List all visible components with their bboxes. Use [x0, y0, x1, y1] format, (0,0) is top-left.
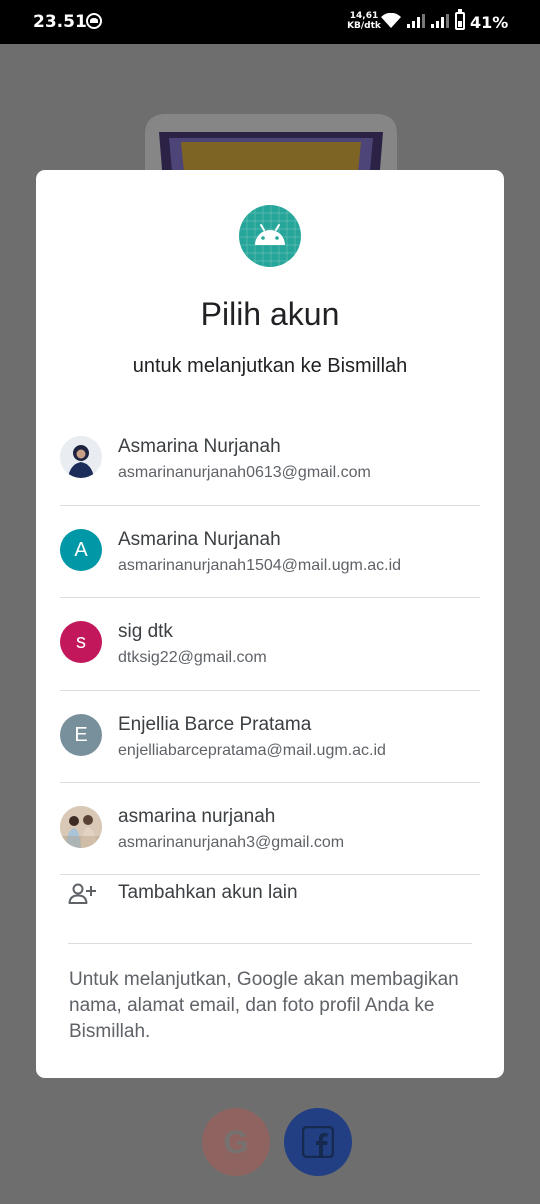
divider	[60, 690, 480, 691]
avatar-letter: E	[74, 723, 88, 746]
divider	[60, 505, 480, 506]
account-name: Asmarina Nurjanah	[118, 529, 281, 550]
account-chooser-dialog: Pilih akun untuk melanjutkan ke Bismilla…	[36, 170, 504, 1078]
account-email: dtksig22@gmail.com	[118, 649, 267, 666]
account-item[interactable]: s sig dtk dtksig22@gmail.com	[60, 621, 480, 713]
profile-photo	[60, 806, 102, 848]
avatar	[60, 436, 102, 478]
account-name: Enjellia Barce Pratama	[118, 714, 312, 735]
network-speed: 14,61 KB/dtk	[347, 11, 381, 31]
account-email: enjelliabarcepratama@mail.ugm.ac.id	[118, 742, 386, 759]
network-speed-unit: KB/dtk	[347, 21, 381, 31]
status-time: 23.51	[33, 12, 87, 32]
dialog-subtitle: untuk melanjutkan ke Bismillah	[132, 355, 408, 377]
signal-icon	[431, 14, 449, 28]
account-name: sig dtk	[118, 621, 173, 642]
avatar-letter: s	[76, 630, 86, 653]
android-icon	[239, 205, 301, 267]
consent-footer-text: Untuk melanjutkan, Google akan membagika…	[69, 969, 459, 1042]
battery-icon	[455, 9, 465, 30]
google-letter: G	[223, 1123, 249, 1160]
avatar	[60, 806, 102, 848]
wifi-icon	[381, 13, 401, 28]
account-item[interactable]: A Asmarina Nurjanah asmarinanurjanah1504…	[60, 529, 480, 621]
add-account-button[interactable]: Tambahkan akun lain	[60, 882, 480, 934]
account-item[interactable]: Asmarina Nurjanah asmarinanurjanah0613@g…	[60, 436, 480, 528]
divider	[60, 597, 480, 598]
account-email: asmarinanurjanah1504@mail.ugm.ac.id	[118, 557, 402, 574]
account-email: asmarinanurjanah3@gmail.com	[118, 834, 345, 851]
account-item[interactable]: E Enjellia Barce Pratama enjelliabarcepr…	[60, 714, 480, 806]
add-person-icon	[68, 883, 96, 904]
avatar: A	[60, 529, 102, 571]
notification-icon	[86, 13, 102, 29]
battery-percentage: 41%	[470, 13, 509, 32]
profile-photo	[60, 436, 102, 478]
status-bar: 23.51 14,61 KB/dtk 41%	[0, 0, 540, 44]
divider	[60, 874, 480, 875]
avatar: E	[60, 714, 102, 756]
signal-icon	[407, 14, 425, 28]
add-account-label: Tambahkan akun lain	[118, 882, 298, 903]
network-speed-value: 14,61	[349, 11, 379, 21]
avatar: s	[60, 621, 102, 663]
account-name: Asmarina Nurjanah	[118, 436, 281, 457]
divider	[60, 782, 480, 783]
account-email: asmarinanurjanah0613@gmail.com	[118, 464, 371, 481]
facebook-icon[interactable]	[284, 1108, 352, 1176]
account-name: asmarina nurjanah	[118, 806, 276, 827]
google-icon[interactable]: G	[202, 1108, 270, 1176]
dialog-title: Pilih akun	[200, 296, 340, 332]
facebook-logo-icon	[302, 1126, 334, 1158]
divider	[68, 943, 472, 944]
avatar-letter: A	[74, 538, 88, 561]
